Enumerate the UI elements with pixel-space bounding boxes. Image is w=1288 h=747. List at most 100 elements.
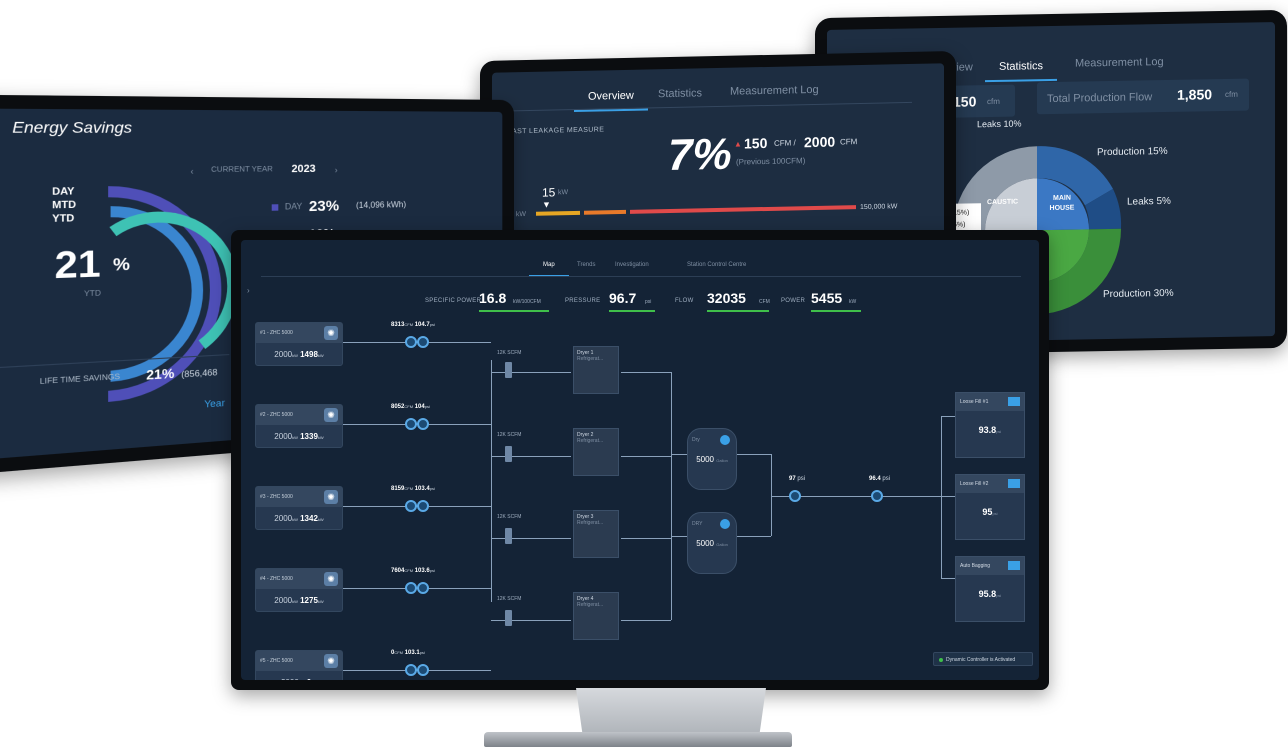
marker-unit: kW (558, 189, 569, 197)
kpi-value: 16.8 (479, 290, 507, 306)
compressor-flow-label: 7604CFM 103.6psi (391, 568, 435, 574)
compressor-fan-icon[interactable]: ✺ (324, 490, 338, 504)
compressor-fan-icon[interactable]: ✺ (324, 326, 338, 340)
dryer-card[interactable]: Dryer 4 Refrigerat... (573, 592, 619, 640)
sensor-label: 12K SCFM (497, 596, 522, 602)
chevron-left-icon[interactable]: ‹ (190, 167, 193, 177)
pressure-unit: psi (424, 404, 430, 409)
actual-power: 0 (307, 678, 311, 680)
kpi-underline (707, 310, 769, 312)
kpi-flow: FLOW 32035 CFM (675, 284, 787, 312)
kpi-label: SPECIFIC POWER (425, 298, 482, 304)
compressor-fan-icon[interactable]: ✺ (324, 654, 338, 668)
tab-statistics[interactable]: Statistics (658, 87, 702, 100)
bar-segment-high (630, 205, 856, 214)
flow-unit: CFM (394, 650, 404, 655)
pipe (621, 372, 671, 373)
kpi-specific-power: SPECIFIC POWER 16.8 kW/100CFM (425, 284, 553, 312)
valve-icon[interactable] (405, 418, 417, 430)
compressor-fan-icon[interactable]: ✺ (324, 408, 338, 422)
year-link[interactable]: Year (204, 397, 225, 409)
ring-label-mtd: MTD (52, 198, 77, 211)
pressure-unit: psi (882, 476, 891, 482)
flow-value: 8313 (391, 322, 405, 328)
kpi-underline (609, 310, 655, 312)
compressor-card[interactable]: #4 - ZHC 5000 ✺ 2000kW 1275kW (255, 568, 343, 612)
rated-power: 2000 (274, 432, 293, 441)
monitor-screen: Map Trends Investigation Station Control… (241, 240, 1039, 680)
status-text: Dynamic Controller is Activated (946, 657, 1016, 663)
tank-pipe (771, 454, 772, 536)
pressure-sensor-icon[interactable] (789, 490, 801, 502)
flow-sensor-icon (505, 610, 512, 626)
tab-investigation[interactable]: Investigation (615, 262, 649, 268)
valve-icon[interactable] (405, 336, 417, 348)
tab-station-control-centre[interactable]: Station Control Centre (687, 262, 746, 268)
tab-trends[interactable]: Trends (577, 262, 595, 268)
compressor-card[interactable]: #3 - ZHC 5000 ✺ 2000kW 1342kW (255, 486, 343, 530)
dryer-card[interactable]: Dryer 1 Refrigerat... (573, 346, 619, 394)
compressor-flow-label: 8052CFM 104psi (391, 404, 430, 410)
tab-divider (512, 101, 912, 112)
kpi-power: POWER 5455 kW (781, 284, 871, 312)
tab-statistics[interactable]: Statistics (999, 60, 1043, 73)
production-line-card[interactable]: Loose Fill #2 95psi (955, 474, 1025, 540)
leak-percent: 7% (668, 129, 732, 181)
tab-measurement-log[interactable]: Measurement Log (1075, 56, 1164, 70)
valve-icon[interactable] (405, 664, 417, 676)
pressure-sensor-icon[interactable] (871, 490, 883, 502)
valve-icon[interactable] (417, 582, 429, 594)
dryer-card[interactable]: Dryer 3 Refrigerat... (573, 510, 619, 558)
compressor-flow-label: 0CFM 103.1psi (391, 650, 425, 656)
sidebar-toggle-icon[interactable]: › (247, 286, 250, 295)
legend-swatch-day (271, 204, 279, 211)
tank-unit: Gallon (716, 542, 728, 547)
rated-power: 2000 (274, 514, 293, 523)
pressure-unit: psi (797, 476, 806, 482)
kpi-unit: psi (645, 299, 652, 305)
pipe (941, 578, 955, 579)
valve-icon[interactable] (417, 500, 429, 512)
product-showcase: Overview Statistics Measurement Log 150 … (0, 0, 1288, 747)
day-percent: 23% (308, 196, 340, 215)
pressure-value: 97 (789, 476, 796, 482)
section-label: AST LEAKAGE MEASURE (512, 126, 605, 136)
production-line-card[interactable]: Auto Bagging 95.8psi (955, 556, 1025, 622)
pipe (621, 620, 671, 621)
sensor-label: 12K SCFM (497, 514, 522, 520)
valve-icon[interactable] (405, 500, 417, 512)
compressor-card[interactable]: #1 - ZHC 5000 ✺ 2000kW 1498kW (255, 322, 343, 366)
receiver-tank[interactable]: DRY 5000 Gallon (687, 512, 737, 574)
valve-icon[interactable] (417, 418, 429, 430)
compressor-card[interactable]: #5 - ZHC 5000 ✺ 2000kW 0kW (255, 650, 343, 680)
receiver-tank[interactable]: Dry 5000 Gallon (687, 428, 737, 490)
compressor-card[interactable]: #2 - ZHC 5000 ✺ 2000kW 1339kW (255, 404, 343, 448)
dryer-header-pipe (671, 372, 672, 620)
pipe (941, 416, 955, 417)
pressure-value: 96.4 (869, 476, 881, 482)
pipe (941, 496, 955, 497)
dryer-type: Refrigerat... (577, 356, 604, 362)
lines-header-pipe (941, 416, 942, 578)
tab-measurement-log[interactable]: Measurement Log (730, 84, 819, 98)
valve-icon[interactable] (417, 664, 429, 676)
pressure-unit: psi (429, 568, 435, 573)
compressor-name: #3 - ZHC 5000 (260, 494, 293, 500)
valve-icon[interactable] (417, 336, 429, 348)
scale-max: 150,000 kW (860, 203, 898, 212)
actual-unit: kW (317, 599, 324, 604)
production-line-card[interactable]: Loose Fill #1 93.8psi (955, 392, 1025, 458)
day-label: DAY (284, 201, 303, 212)
tab-overview[interactable]: Overview (588, 90, 634, 103)
compressor-fan-icon[interactable]: ✺ (324, 572, 338, 586)
status-dot-icon (939, 658, 943, 662)
chevron-right-icon[interactable]: › (335, 165, 338, 174)
cfm-total-unit: CFM (840, 137, 858, 147)
label-main-house: MAIN HOUSE (1049, 194, 1075, 213)
kpi-value: 96.7 (609, 290, 637, 306)
tab-map[interactable]: Map (529, 262, 568, 277)
flow-value: 8159 (391, 486, 405, 492)
compressor-flow-label: 8313CFM 104.7psi (391, 322, 435, 328)
dryer-card[interactable]: Dryer 2 Refrigerat... (573, 428, 619, 476)
valve-icon[interactable] (405, 582, 417, 594)
